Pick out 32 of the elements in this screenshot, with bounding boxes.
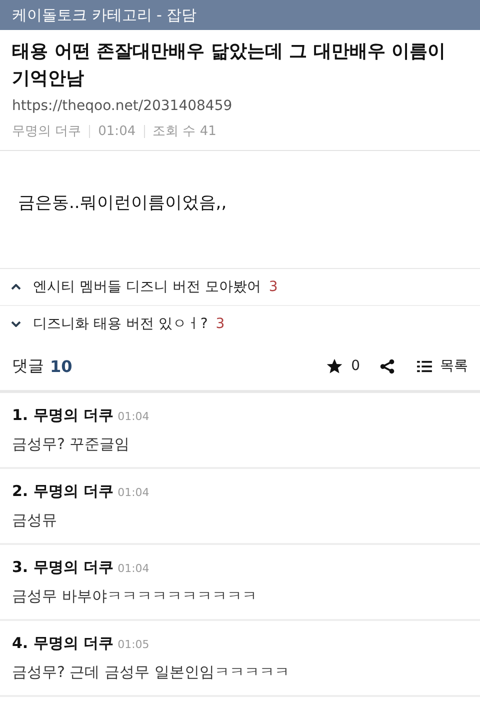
author-name: 무명의 더쿠: [12, 123, 82, 140]
comment-text: 금성무? 꾸준글임: [12, 435, 131, 454]
comments-count: 10: [50, 356, 72, 376]
caret-icon: [11, 321, 21, 327]
share-icon[interactable]: [380, 358, 395, 374]
comment-author: 1. 무명의 더쿠: [12, 406, 114, 425]
comment-time: 01:04: [118, 410, 150, 423]
category-title[interactable]: 케이돌토크 카테고리 - 잡담: [12, 6, 197, 24]
comment-text: 금성무? 근데 금성무 일본인임ㅋㅋㅋㅋㅋ: [12, 663, 290, 682]
comment-text: 금성무 바부야ㅋㅋㅋㅋㅋㅋㅋㅋㅋㅋ: [12, 587, 258, 606]
post-title: 태용 어떤 존잘대만배우 닮았는데 그 대만배우 이름이 기억안남: [12, 40, 447, 91]
post-link[interactable]: 디즈니화 태용 버전 있ㅇㅓ?: [33, 315, 208, 333]
caret-icon: [11, 284, 21, 290]
comment-text: 금성뮤: [12, 511, 58, 530]
comments-label: 댓글: [12, 356, 44, 376]
comment-time: 01:05: [118, 638, 150, 651]
star-icon[interactable]: [326, 358, 344, 374]
post-link[interactable]: 엔시티 멤버들 디즈니 버전 모아봤어: [33, 278, 261, 296]
comment-time: 01:04: [118, 486, 150, 499]
list-icon: [417, 360, 432, 372]
star-count: 0: [351, 358, 360, 374]
post-url[interactable]: https://theqoo.net/2031408459: [12, 98, 468, 114]
comment-author: 2. 무명의 더쿠: [12, 482, 114, 501]
list-button[interactable]: 목록: [417, 357, 468, 375]
comment-count: 3: [216, 316, 225, 332]
comment-author: 4. 무명의 더쿠: [12, 634, 114, 653]
comment-author: 3. 무명의 더쿠: [12, 558, 114, 577]
view-count: 조회 수 41: [152, 123, 216, 140]
comment-time: 01:04: [118, 562, 150, 575]
comment-count: 3: [268, 279, 278, 295]
post-time: 01:04: [98, 124, 136, 138]
post-body: 금은동..뭐이런이름이었음,,: [18, 193, 227, 213]
